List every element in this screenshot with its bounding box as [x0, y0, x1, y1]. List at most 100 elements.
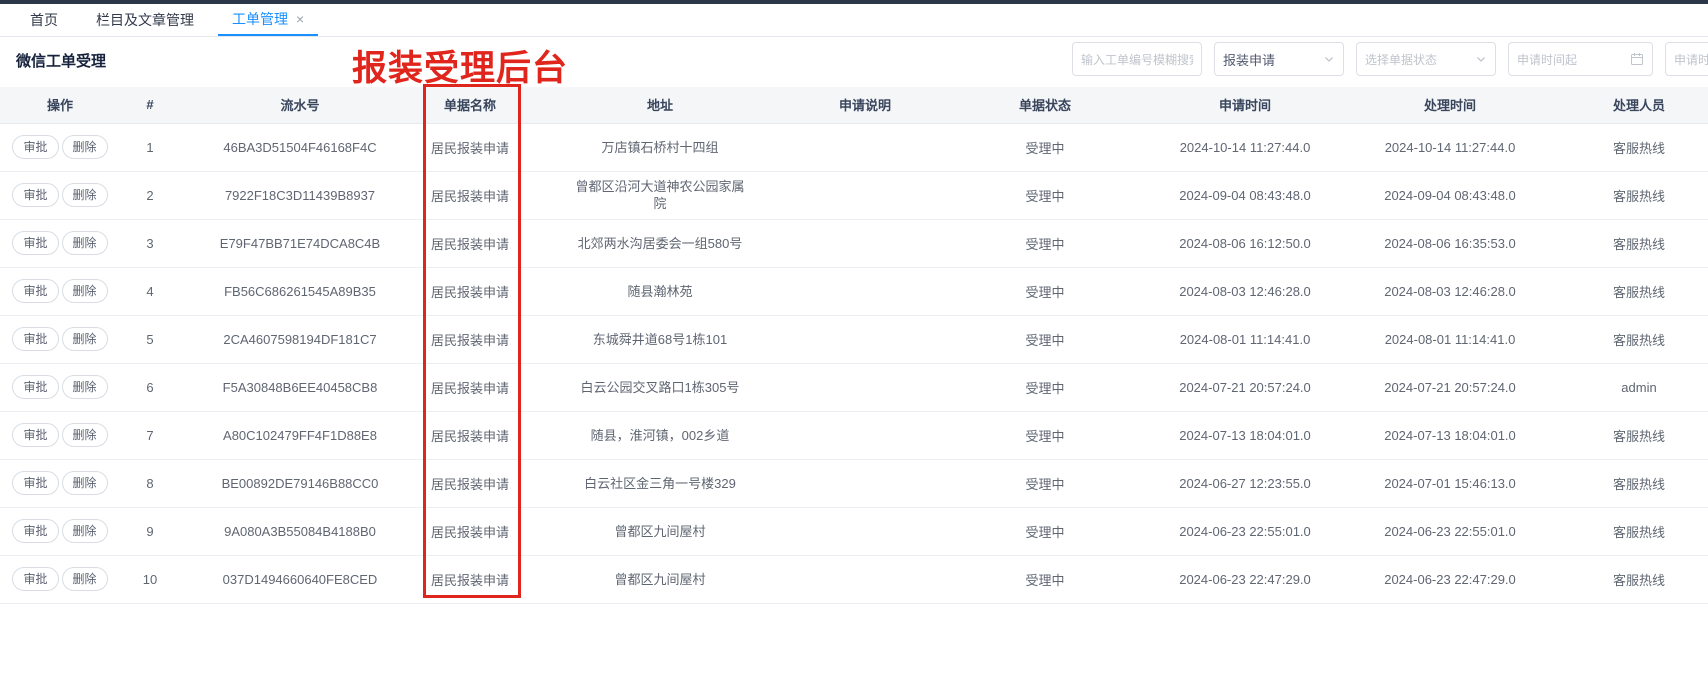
- apply-time-cell: 2024-06-23 22:55:01.0: [1160, 507, 1330, 555]
- delete-button[interactable]: 删除: [62, 279, 108, 303]
- actions-cell: 审批删除: [0, 123, 120, 171]
- tab-work-order-management[interactable]: 工单管理 ×: [218, 4, 318, 36]
- column-header-description: 申请说明: [800, 87, 930, 123]
- column-header-handler: 处理人员: [1570, 87, 1708, 123]
- apply-time-cell: 2024-08-06 16:12:50.0: [1160, 219, 1330, 267]
- index-cell: 7: [120, 411, 180, 459]
- delete-button[interactable]: 删除: [62, 567, 108, 591]
- tab-article-management[interactable]: 栏目及文章管理: [82, 4, 208, 36]
- index-cell: 3: [120, 219, 180, 267]
- work-order-admin-page: { "accent_color": "#1890ff", "annotation…: [0, 0, 1708, 688]
- handler-cell: 客服热线: [1570, 267, 1708, 315]
- serial-cell: BE00892DE79146B88CC0: [180, 459, 420, 507]
- table-row: 审批删除10037D1494660640FE8CED居民报装申请曾都区九间屋村受…: [0, 555, 1708, 603]
- tab-home[interactable]: 首页: [16, 4, 72, 36]
- approve-button[interactable]: 审批: [12, 519, 58, 543]
- actions-cell: 审批删除: [0, 219, 120, 267]
- description-cell: [800, 123, 930, 171]
- index-cell: 8: [120, 459, 180, 507]
- tab-home-label: 首页: [30, 10, 58, 30]
- actions-cell: 审批删除: [0, 411, 120, 459]
- approve-button[interactable]: 审批: [12, 375, 58, 399]
- column-header-apply-time: 申请时间: [1160, 87, 1330, 123]
- apply-time-cell: 2024-10-14 11:27:44.0: [1160, 123, 1330, 171]
- serial-cell: 2CA4607598194DF181C7: [180, 315, 420, 363]
- index-cell: 9: [120, 507, 180, 555]
- approve-button[interactable]: 审批: [12, 567, 58, 591]
- handle-time-cell: 2024-07-01 15:46:13.0: [1330, 459, 1570, 507]
- description-cell: [800, 219, 930, 267]
- doc-name-cell: 居民报装申请: [420, 315, 520, 363]
- handle-time-cell: 2024-07-13 18:04:01.0: [1330, 411, 1570, 459]
- status-cell: 受理中: [930, 315, 1160, 363]
- index-cell: 5: [120, 315, 180, 363]
- delete-button[interactable]: 删除: [62, 423, 108, 447]
- delete-button[interactable]: 删除: [62, 183, 108, 207]
- column-header-status: 单据状态: [930, 87, 1160, 123]
- filter-bar: 输入工单编号模糊搜索 报装申请 选择单据状态 申请时间起 申请时间止: [1072, 42, 1708, 76]
- column-header-actions: 操作: [0, 87, 120, 123]
- column-header-serial: 流水号: [180, 87, 420, 123]
- apply-time-cell: 2024-09-04 08:43:48.0: [1160, 171, 1330, 219]
- annotation-text: 报装受理后台: [352, 40, 592, 91]
- handler-cell: 客服热线: [1570, 171, 1708, 219]
- approve-button[interactable]: 审批: [12, 135, 58, 159]
- order-status-select[interactable]: 选择单据状态: [1356, 42, 1496, 76]
- apply-time-cell: 2024-06-23 22:47:29.0: [1160, 555, 1330, 603]
- description-cell: [800, 411, 930, 459]
- approve-button[interactable]: 审批: [12, 279, 58, 303]
- approve-button[interactable]: 审批: [12, 327, 58, 351]
- handle-time-cell: 2024-08-03 12:46:28.0: [1330, 267, 1570, 315]
- status-cell: 受理中: [930, 219, 1160, 267]
- serial-cell: 037D1494660640FE8CED: [180, 555, 420, 603]
- approve-button[interactable]: 审批: [12, 231, 58, 255]
- work-order-table: 操作 # 流水号 单据名称 地址 申请说明 单据状态 申请时间 处理时间 处理人…: [0, 87, 1708, 604]
- table-row: 审批删除 52CA4607598194DF181C7居民报装申请东城舜井道68号1…: [0, 315, 1708, 363]
- apply-date-start-input[interactable]: 申请时间起: [1508, 42, 1653, 76]
- page-title: 微信工单受理: [16, 50, 106, 71]
- handle-time-cell: 2024-08-01 11:14:41.0: [1330, 315, 1570, 363]
- delete-button[interactable]: 删除: [62, 135, 108, 159]
- handle-time-cell: 2024-06-23 22:55:01.0: [1330, 507, 1570, 555]
- apply-time-cell: 2024-08-03 12:46:28.0: [1160, 267, 1330, 315]
- serial-cell: 9A080A3B55084B4188B0: [180, 507, 420, 555]
- address-cell: 随县瀚林苑: [520, 267, 800, 315]
- handle-time-cell: 2024-07-21 20:57:24.0: [1330, 363, 1570, 411]
- approve-button[interactable]: 审批: [12, 183, 58, 207]
- handler-cell: 客服热线: [1570, 507, 1708, 555]
- handle-time-cell: 2024-10-14 11:27:44.0: [1330, 123, 1570, 171]
- approve-button[interactable]: 审批: [12, 471, 58, 495]
- order-number-search-input[interactable]: 输入工单编号模糊搜索: [1072, 42, 1202, 76]
- address-cell: 白云社区金三角一号楼329: [520, 459, 800, 507]
- delete-button[interactable]: 删除: [62, 375, 108, 399]
- handler-cell: 客服热线: [1570, 315, 1708, 363]
- delete-button[interactable]: 删除: [62, 231, 108, 255]
- address-cell: 随县，淮河镇，002乡道: [520, 411, 800, 459]
- status-cell: 受理中: [930, 411, 1160, 459]
- delete-button[interactable]: 删除: [62, 519, 108, 543]
- approve-button[interactable]: 审批: [12, 423, 58, 447]
- doc-name-cell: 居民报装申请: [420, 219, 520, 267]
- description-cell: [800, 315, 930, 363]
- address-cell: 万店镇石桥村十四组: [520, 123, 800, 171]
- address-cell: 曾都区沿河大道神农公园家属院: [520, 171, 800, 219]
- handle-time-cell: 2024-06-23 22:47:29.0: [1330, 555, 1570, 603]
- delete-button[interactable]: 删除: [62, 327, 108, 351]
- index-cell: 10: [120, 555, 180, 603]
- order-type-select[interactable]: 报装申请: [1214, 42, 1344, 76]
- actions-cell: 审批删除: [0, 363, 120, 411]
- handle-time-cell: 2024-09-04 08:43:48.0: [1330, 171, 1570, 219]
- doc-name-cell: 居民报装申请: [420, 171, 520, 219]
- handler-cell: 客服热线: [1570, 219, 1708, 267]
- address-cell: 东城舜井道68号1栋101: [520, 315, 800, 363]
- delete-button[interactable]: 删除: [62, 471, 108, 495]
- table-row: 审批删除4FB56C686261545A89B35居民报装申请随县瀚林苑受理中2…: [0, 267, 1708, 315]
- status-cell: 受理中: [930, 267, 1160, 315]
- status-cell: 受理中: [930, 507, 1160, 555]
- close-icon[interactable]: ×: [296, 12, 304, 26]
- apply-date-end-input[interactable]: 申请时间止: [1665, 42, 1708, 76]
- status-cell: 受理中: [930, 555, 1160, 603]
- apply-time-cell: 2024-06-27 12:23:55.0: [1160, 459, 1330, 507]
- address-cell: 白云公园交叉路口1栋305号: [520, 363, 800, 411]
- table-row: 审批删除8BE00892DE79146B88CC0居民报装申请白云社区金三角一号…: [0, 459, 1708, 507]
